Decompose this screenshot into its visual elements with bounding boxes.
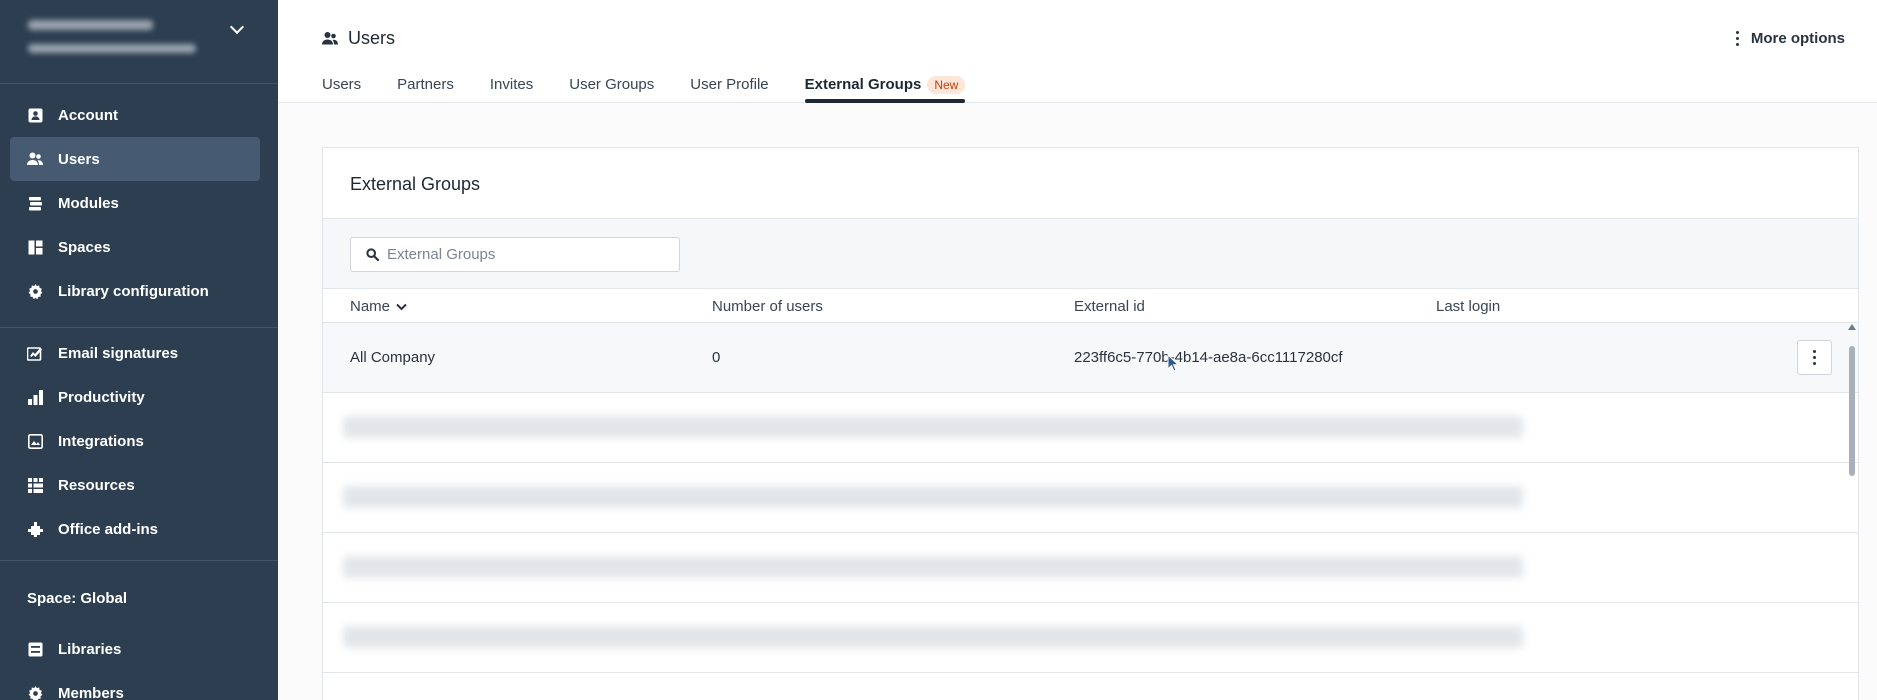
table-row-redacted[interactable] bbox=[323, 393, 1858, 463]
sidebar-item-label: Account bbox=[58, 106, 118, 124]
redacted-content bbox=[343, 416, 1523, 438]
search-icon bbox=[366, 248, 379, 261]
sidebar-item-label: Library configuration bbox=[58, 282, 209, 300]
sidebar-item-library-configuration[interactable]: Library configuration bbox=[10, 269, 260, 313]
filter-bar bbox=[323, 219, 1858, 289]
redacted-content bbox=[343, 486, 1523, 508]
redacted-content bbox=[343, 556, 1523, 578]
sidebar-item-office-add-ins[interactable]: Office add-ins bbox=[10, 507, 260, 551]
sidebar-item-users[interactable]: Users bbox=[10, 137, 260, 181]
sidebar-item-label: Office add-ins bbox=[58, 520, 159, 538]
column-label: External id bbox=[1074, 298, 1145, 315]
table-scrollbar[interactable] bbox=[1846, 324, 1858, 700]
organization-email-redacted bbox=[28, 44, 196, 53]
sidebar-item-label: Users bbox=[58, 150, 100, 168]
tab-user-profile[interactable]: User Profile bbox=[690, 76, 768, 103]
space-label: Space: Global bbox=[27, 590, 128, 607]
tab-external-groups[interactable]: External Groups New bbox=[804, 76, 966, 103]
sidebar-item-spaces[interactable]: Spaces bbox=[10, 225, 260, 269]
sidebar-item-libraries[interactable]: Libraries bbox=[10, 627, 260, 671]
column-header-number-of-users: Number of users bbox=[712, 298, 823, 315]
signature-icon bbox=[27, 345, 43, 361]
tab-label: User Groups bbox=[569, 76, 655, 93]
column-header-last-login: Last login bbox=[1436, 298, 1500, 315]
table-row[interactable]: All Company 0 223ff6c5-770b-4b14-ae8a-6c… bbox=[323, 323, 1858, 393]
cell-number-of-users: 0 bbox=[712, 349, 721, 366]
more-options-label: More options bbox=[1750, 30, 1845, 47]
chevron-down-icon bbox=[396, 303, 407, 311]
sidebar-item-label: Integrations bbox=[58, 432, 144, 450]
plugin-icon bbox=[27, 521, 43, 537]
search-input[interactable] bbox=[387, 246, 667, 263]
more-vertical-icon bbox=[1735, 31, 1739, 46]
users-icon bbox=[27, 151, 43, 167]
organization-switcher[interactable] bbox=[0, 0, 278, 84]
column-label: Last login bbox=[1436, 298, 1501, 315]
table-header: Name Number of users External id Last lo… bbox=[323, 289, 1858, 323]
tab-partners[interactable]: Partners bbox=[397, 76, 454, 103]
card-title: External Groups bbox=[323, 148, 1858, 219]
tab-invites[interactable]: Invites bbox=[490, 76, 533, 103]
sidebar-divider bbox=[0, 560, 278, 561]
new-badge: New bbox=[927, 76, 966, 94]
tab-users[interactable]: Users bbox=[322, 76, 361, 103]
sidebar-divider bbox=[0, 327, 278, 328]
modules-icon bbox=[27, 195, 43, 211]
integrations-icon bbox=[27, 433, 43, 449]
tab-label: Users bbox=[322, 76, 362, 93]
page-title-text: Users bbox=[348, 28, 396, 48]
more-options-button[interactable]: More options bbox=[1735, 30, 1845, 47]
row-actions-button[interactable] bbox=[1797, 340, 1832, 375]
table-row-redacted[interactable] bbox=[323, 603, 1858, 673]
page-header: Users More options Users Partners Invite… bbox=[278, 0, 1877, 103]
tab-label: External Groups bbox=[804, 76, 922, 93]
sidebar-item-label: Spaces bbox=[58, 238, 111, 256]
tab-user-groups[interactable]: User Groups bbox=[569, 76, 654, 103]
users-icon bbox=[322, 31, 338, 46]
tab-label: User Profile bbox=[690, 76, 769, 93]
libraries-icon bbox=[27, 641, 43, 657]
sidebar-item-label: Modules bbox=[58, 194, 119, 212]
chevron-down-icon[interactable] bbox=[229, 19, 245, 35]
sidebar-item-productivity[interactable]: Productivity bbox=[10, 375, 260, 419]
sidebar-item-label: Resources bbox=[58, 476, 135, 494]
gear-icon bbox=[27, 685, 43, 700]
gear-icon bbox=[27, 283, 43, 299]
sidebar-item-resources[interactable]: Resources bbox=[10, 463, 260, 507]
table-row-redacted[interactable] bbox=[323, 463, 1858, 533]
resources-icon bbox=[27, 477, 43, 493]
sidebar-item-label: Members bbox=[58, 684, 124, 700]
scrollbar-thumb[interactable] bbox=[1849, 346, 1855, 476]
sidebar-item-members[interactable]: Members bbox=[10, 671, 260, 700]
sidebar-item-email-signatures[interactable]: Email signatures bbox=[10, 331, 260, 375]
sidebar-item-modules[interactable]: Modules bbox=[10, 181, 260, 225]
table-row-redacted[interactable] bbox=[323, 533, 1858, 603]
sidebar: Account Users Modules Spaces Library con… bbox=[0, 0, 278, 700]
redacted-content bbox=[343, 626, 1523, 648]
search-field[interactable] bbox=[350, 237, 680, 272]
cell-external-id: 223ff6c5-770b-4b14-ae8a-6cc1117280cf bbox=[1074, 349, 1343, 366]
column-label: Name bbox=[350, 298, 391, 315]
mouse-cursor-icon bbox=[1167, 353, 1180, 377]
sidebar-item-label: Libraries bbox=[58, 640, 122, 658]
sidebar-item-label: Email signatures bbox=[58, 344, 179, 362]
sidebar-item-account[interactable]: Account bbox=[10, 93, 260, 137]
tab-label: Partners bbox=[397, 76, 454, 93]
column-header-external-id: External id bbox=[1074, 298, 1145, 315]
account-icon bbox=[27, 107, 43, 123]
sidebar-item-integrations[interactable]: Integrations bbox=[10, 419, 260, 463]
main-content: Users More options Users Partners Invite… bbox=[278, 0, 1877, 700]
sidebar-item-label: Productivity bbox=[58, 388, 145, 406]
spaces-icon bbox=[27, 239, 43, 255]
column-header-name[interactable]: Name bbox=[350, 298, 407, 315]
column-label: Number of users bbox=[712, 298, 823, 315]
page-title: Users bbox=[322, 28, 395, 49]
productivity-icon bbox=[27, 389, 43, 405]
scroll-up-arrow-icon[interactable] bbox=[1848, 324, 1856, 330]
organization-name-redacted bbox=[28, 20, 153, 30]
tab-bar: Users Partners Invites User Groups User … bbox=[322, 76, 966, 103]
tab-label: Invites bbox=[489, 76, 534, 93]
cell-name: All Company bbox=[350, 349, 436, 366]
external-groups-card: External Groups Name Number of users Ext… bbox=[322, 147, 1859, 700]
